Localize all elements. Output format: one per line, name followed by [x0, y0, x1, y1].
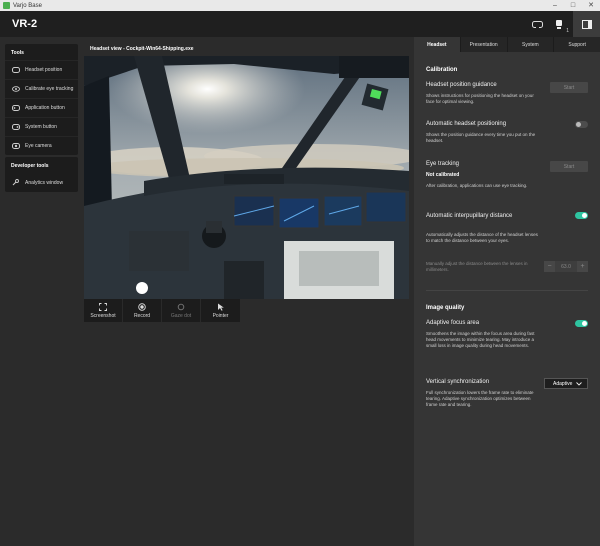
auto-positioning-toggle[interactable] [575, 121, 588, 128]
section-divider [426, 290, 588, 291]
vsync-value: Adaptive [553, 380, 573, 387]
tab-support[interactable]: Support [554, 37, 600, 52]
maximize-button[interactable]: □ [564, 0, 582, 11]
record-label: Record [133, 313, 151, 319]
eye-tracking-status: Not calibrated [426, 172, 460, 178]
tools-title: Tools [11, 50, 24, 56]
sidebar-item-system-button[interactable]: System button [5, 117, 78, 136]
ipd-stepper: − 63.0 + [544, 261, 588, 272]
user-icon[interactable]: 1 [551, 16, 569, 34]
window-title: Varjo Base [13, 2, 42, 9]
adaptive-focus-toggle[interactable] [575, 320, 588, 327]
guidance-start-button[interactable]: Start [550, 82, 588, 93]
sidebar-item-calibrate-eye-tracking[interactable]: Calibrate eye tracking [5, 79, 78, 98]
auto-positioning-title: Automatic headset positioning [426, 121, 507, 127]
adaptive-focus-title: Adaptive focus area [426, 320, 480, 326]
sidebar-item-analytics-window[interactable]: Analytics window [5, 173, 78, 192]
guidance-desc: Shows instructions for positioning the h… [426, 93, 534, 104]
ipd-value[interactable]: 63.0 [555, 261, 577, 272]
ipd-increase-button[interactable]: + [577, 261, 588, 272]
panel-toggle-icon[interactable] [573, 11, 600, 37]
close-button[interactable]: ✕ [582, 0, 600, 11]
record-button[interactable]: Record [123, 299, 162, 322]
tab-headset[interactable]: Headset [414, 37, 461, 52]
record-icon [138, 302, 146, 311]
sidebar-item-label: Analytics window [25, 179, 64, 186]
developer-tools-card: Developer tools Analytics window [5, 157, 78, 192]
sidebar-item-eye-camera[interactable]: Eye camera [5, 136, 78, 155]
manual-ipd-desc: Manually adjust the distance between the… [426, 261, 528, 272]
eye-tracking-icon [11, 85, 20, 94]
ipd-decrease-button[interactable]: − [544, 261, 555, 272]
device-name: VR-2 [12, 18, 38, 30]
sidebar-item-label: Application button [25, 105, 65, 111]
eye-tracking-desc: After calibration, applications can use … [426, 183, 528, 188]
application-button-icon [11, 104, 20, 113]
toggle-knob [576, 122, 581, 127]
app-header: VR-2 1 [0, 11, 600, 37]
pointer-button[interactable]: Pointer [201, 299, 240, 322]
headset-view-image [84, 56, 409, 299]
settings-tabs: Headset Presentation System Support [414, 37, 600, 52]
headset-position-icon [11, 66, 20, 75]
headset-icon[interactable] [529, 16, 545, 32]
view-toolbar: Screenshot Record Gaze dot Pointer [84, 299, 240, 322]
sidebar-item-label: System button [25, 124, 57, 130]
eye-tracking-title: Eye tracking [426, 161, 460, 167]
screenshot-button[interactable]: Screenshot [84, 299, 123, 322]
vsync-select[interactable]: Adaptive [544, 378, 588, 389]
vsync-title: Vertical synchronization [426, 379, 490, 385]
sidebar-item-headset-position[interactable]: Headset position [5, 60, 78, 79]
calibration-section-title: Calibration [426, 67, 458, 73]
adaptive-focus-desc: Smoothens the image within the focus are… [426, 331, 535, 348]
gaze-dot-icon [177, 302, 185, 311]
app-logo-icon [3, 2, 10, 9]
chevron-down-icon [576, 381, 583, 386]
eye-tracking-start-button[interactable]: Start [550, 161, 588, 172]
screenshot-icon [99, 302, 107, 311]
tab-presentation[interactable]: Presentation [460, 37, 508, 52]
toggle-knob [582, 213, 587, 218]
sidebar-item-label: Eye camera [25, 143, 52, 149]
developer-tools-title: Developer tools [11, 163, 49, 169]
headset-view-title: Headset view - Cockpit-Win64-Shipping.ex… [90, 46, 194, 52]
ipd-toggle[interactable] [575, 212, 588, 219]
settings-panel: Headset Presentation System Support Cali… [414, 37, 600, 546]
sidebar-item-application-button[interactable]: Application button [5, 98, 78, 117]
window-titlebar: Varjo Base – □ ✕ [0, 0, 600, 11]
wrench-icon [11, 178, 20, 187]
ipd-title: Automatic interpupillary distance [426, 213, 513, 219]
auto-positioning-desc: Shows the position guidance every time y… [426, 132, 536, 143]
user-count-badge: 1 [566, 28, 569, 34]
gaze-dot-button[interactable]: Gaze dot [162, 299, 201, 322]
sidebar-item-label: Headset position [25, 67, 63, 73]
tools-card: Tools Headset position Calibrate eye tra… [5, 44, 78, 155]
gaze-dot-label: Gaze dot [170, 313, 192, 319]
image-quality-section-title: Image quality [426, 305, 465, 311]
vsync-desc: Full synchronization lowers the frame ra… [426, 390, 534, 407]
tab-system[interactable]: System [507, 37, 555, 52]
pointer-label: Pointer [212, 313, 229, 319]
toggle-knob [582, 321, 587, 326]
ipd-desc: Automatically adjusts the distance of th… [426, 232, 538, 243]
system-button-icon [11, 123, 20, 132]
eye-camera-icon [11, 142, 20, 151]
pointer-icon [217, 302, 225, 311]
minimize-button[interactable]: – [546, 0, 564, 11]
sidebar-item-label: Calibrate eye tracking [25, 86, 74, 92]
screenshot-label: Screenshot [90, 313, 116, 319]
guidance-title: Headset position guidance [426, 82, 497, 88]
